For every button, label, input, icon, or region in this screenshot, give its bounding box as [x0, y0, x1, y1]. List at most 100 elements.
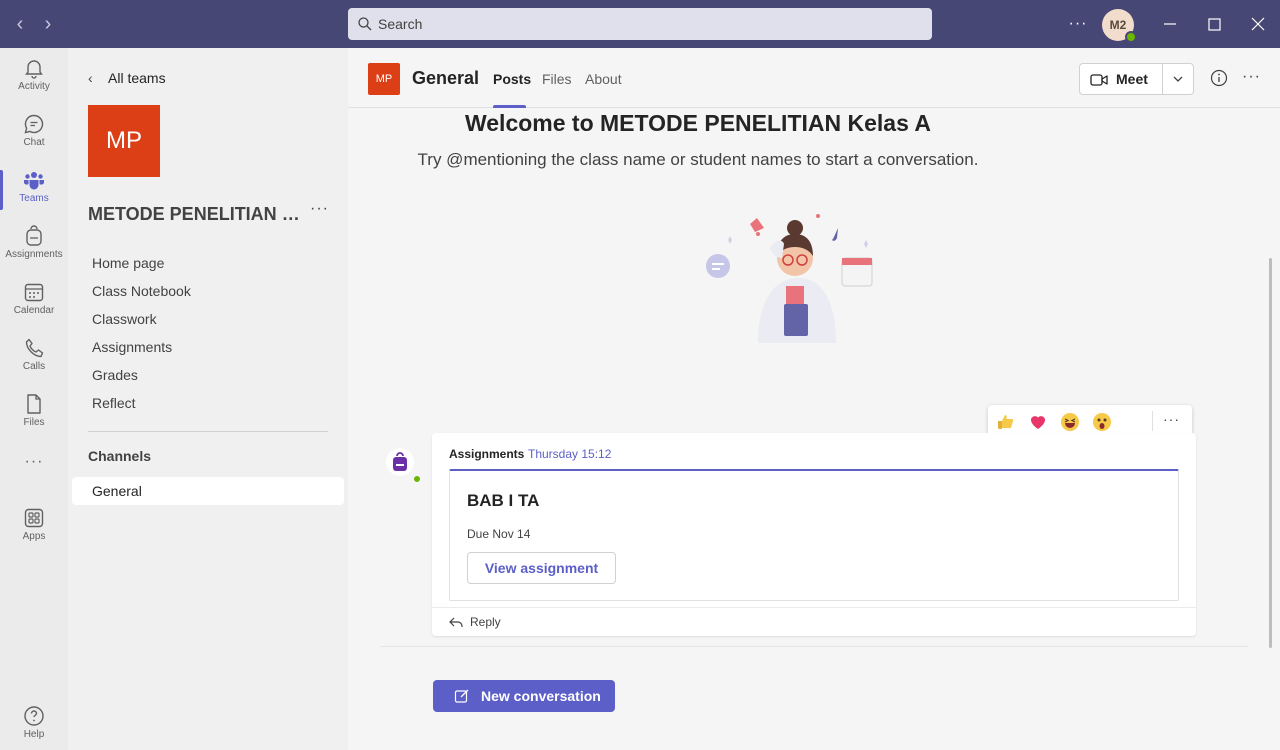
rail-item-calendar[interactable]: Calendar	[0, 272, 68, 328]
thumbs-up-emoji-icon[interactable]	[996, 412, 1016, 432]
active-tab-indicator	[493, 105, 526, 108]
divider	[1162, 64, 1163, 94]
channel-header: MP General Posts Files About Meet ···	[348, 48, 1280, 108]
welcome-subtitle: Try @mentioning the class name or studen…	[417, 150, 979, 169]
sidebar-item-home-page[interactable]: Home page	[92, 255, 164, 271]
header-more-options-icon[interactable]: ···	[1242, 68, 1261, 86]
info-icon[interactable]	[1210, 69, 1228, 87]
reply-button[interactable]: Reply	[448, 615, 501, 629]
chat-icon	[24, 114, 44, 134]
new-conversation-label: New conversation	[481, 688, 601, 704]
all-teams-link[interactable]: ‹ All teams	[88, 68, 166, 88]
team-avatar: MP	[88, 105, 160, 177]
calendar-icon	[24, 283, 44, 302]
rail-label: Teams	[19, 193, 49, 204]
teams-icon	[24, 172, 44, 190]
team-name: METODE PENELITIAN Kelas A	[88, 204, 308, 224]
welcome-title: Welcome to METODE PENELITIAN Kelas A	[464, 110, 932, 136]
welcome-illustration	[706, 214, 873, 343]
channel-title: General	[412, 68, 480, 88]
channels-heading: Channels	[88, 448, 152, 464]
back-arrow-icon[interactable]: ‹	[8, 12, 32, 36]
user-avatar[interactable]: M2	[1102, 9, 1137, 43]
reply-arrow-icon	[449, 617, 463, 627]
channel-main: MP General Posts Files About Meet ··· We…	[348, 48, 1280, 750]
more-options-icon[interactable]: ···	[1066, 10, 1090, 38]
rail-label: Calendar	[13, 305, 55, 316]
rail-label: Files	[23, 417, 45, 428]
scrollbar[interactable]	[1269, 258, 1272, 648]
new-conversation-button[interactable]: New conversation	[433, 680, 615, 712]
sidebar-item-class-notebook[interactable]: Class Notebook	[92, 283, 191, 299]
tab-posts[interactable]: Posts	[493, 71, 531, 87]
team-sidebar: ‹ All teams MP METODE PENELITIAN Kelas A…	[68, 48, 348, 750]
backpack-icon	[26, 225, 42, 246]
channel-item-general[interactable]: General	[72, 477, 344, 505]
sidebar-item-reflect[interactable]: Reflect	[92, 395, 136, 411]
status-available-icon	[412, 474, 422, 484]
tab-about[interactable]: About	[585, 71, 622, 87]
all-teams-label: All teams	[108, 70, 166, 86]
rail-label: Help	[23, 729, 45, 740]
avatar-initials: M2	[1109, 18, 1127, 32]
assignment-due-date: Due Nov 14	[467, 527, 531, 541]
assignment-card: BAB I TA Due Nov 14 View assignment	[449, 469, 1179, 601]
minimize-icon[interactable]	[1156, 10, 1184, 38]
sidebar-item-grades[interactable]: Grades	[92, 367, 138, 383]
more-apps-icon[interactable]: ···	[0, 453, 68, 471]
tab-files[interactable]: Files	[542, 71, 572, 87]
message-more-options-icon[interactable]: ···	[1163, 411, 1180, 427]
sidebar-item-assignments[interactable]: Assignments	[92, 339, 172, 355]
chevron-down-icon[interactable]	[1171, 72, 1185, 86]
title-bar: ‹ › Search ··· M2	[0, 0, 1280, 48]
rail-item-assignments[interactable]: Assignments	[0, 216, 68, 272]
maximize-icon[interactable]	[1200, 10, 1228, 38]
forward-arrow-icon[interactable]: ›	[36, 12, 60, 36]
status-available-icon	[1125, 31, 1137, 43]
divider	[1152, 411, 1153, 431]
surprised-emoji-icon[interactable]	[1092, 412, 1112, 432]
assignments-bot-avatar	[386, 448, 422, 484]
backpack-icon	[386, 448, 414, 476]
rail-label: Assignments	[5, 249, 63, 260]
rail-item-teams[interactable]: Teams	[0, 160, 68, 216]
bell-icon	[25, 60, 43, 79]
conversation-post: Assignments Thursday 15:12 BAB I TA Due …	[432, 433, 1196, 636]
compose-icon	[454, 689, 469, 703]
post-author: Assignments	[449, 447, 525, 461]
phone-icon	[25, 338, 44, 358]
rail-label: Calls	[22, 361, 46, 372]
app-rail: Activity Chat Teams Assignments Calendar…	[0, 48, 68, 750]
search-placeholder: Search	[378, 16, 423, 32]
rail-item-activity[interactable]: Activity	[0, 48, 68, 104]
sidebar-item-classwork[interactable]: Classwork	[92, 311, 157, 327]
divider	[88, 431, 328, 432]
help-icon	[24, 706, 44, 726]
team-more-options-icon[interactable]: ···	[310, 200, 329, 218]
view-assignment-button[interactable]: View assignment	[467, 552, 616, 584]
laugh-emoji-icon[interactable]	[1060, 412, 1080, 432]
rail-label: Chat	[23, 137, 45, 148]
rail-item-chat[interactable]: Chat	[0, 104, 68, 160]
close-icon[interactable]	[1244, 10, 1272, 38]
rail-label: Apps	[22, 531, 46, 542]
meet-button[interactable]: Meet	[1079, 63, 1194, 95]
rail-item-files[interactable]: Files	[0, 384, 68, 440]
rail-label: Activity	[18, 81, 50, 92]
divider	[380, 646, 1248, 647]
rail-item-help[interactable]: Help	[0, 696, 68, 750]
heart-emoji-icon[interactable]	[1028, 412, 1048, 432]
reply-label: Reply	[470, 615, 501, 629]
video-camera-icon	[1090, 74, 1108, 86]
rail-item-apps[interactable]: Apps	[0, 498, 68, 554]
rail-item-calls[interactable]: Calls	[0, 328, 68, 384]
search-input[interactable]: Search	[348, 8, 932, 40]
team-avatar-small: MP	[368, 63, 400, 95]
apps-icon	[24, 508, 44, 528]
meet-label: Meet	[1116, 71, 1148, 87]
file-icon	[27, 394, 41, 414]
chevron-left-icon: ‹	[88, 70, 93, 86]
post-timestamp: Thursday 15:12	[528, 447, 612, 461]
assignment-title: BAB I TA	[467, 491, 540, 510]
search-icon	[358, 17, 372, 31]
